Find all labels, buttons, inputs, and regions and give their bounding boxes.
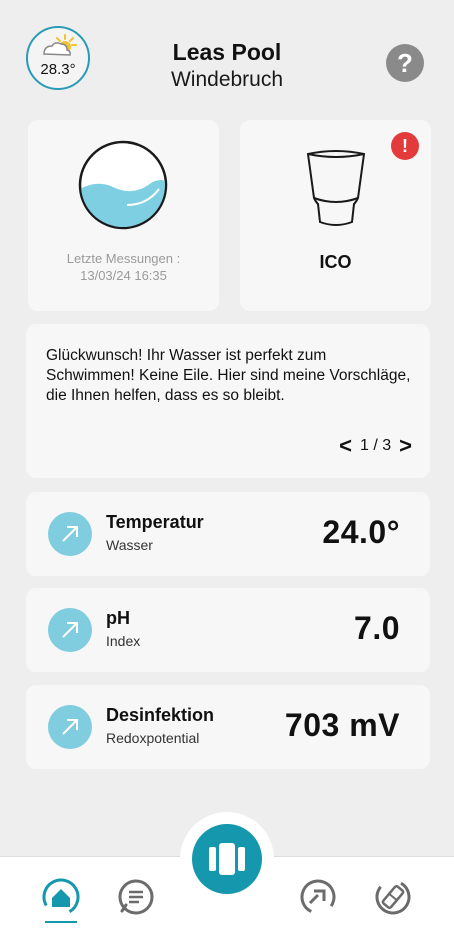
weather-temperature: 28.3° — [40, 61, 76, 78]
metric-card-temperature[interactable]: Temperatur Wasser 24.0° — [26, 492, 430, 576]
pager-indicator: 1 / 3 — [360, 437, 392, 454]
weather-badge[interactable]: 28.3° — [26, 26, 90, 90]
device-alert-badge[interactable]: ! — [391, 132, 419, 160]
metric-card-disinfection[interactable]: Desinfektion Redoxpotential 703 mV — [26, 685, 430, 769]
pool-name: Leas Pool — [172, 39, 282, 65]
trend-up-arrow-icon — [48, 608, 92, 652]
pool-header: Leas Pool Windebruch — [100, 39, 354, 93]
last-measurement-label: Letzte Messungen : — [66, 251, 181, 266]
gauge-icon[interactable] — [298, 877, 338, 917]
home-icon[interactable] — [41, 877, 81, 917]
recommendation-text: Glückwunsch! Ihr Wasser ist perfekt zum … — [46, 347, 411, 404]
metric-title: Temperatur — [106, 512, 204, 532]
metric-value: 7.0 — [354, 610, 400, 646]
metric-title: pH — [106, 608, 130, 628]
tools-icon[interactable] — [373, 877, 413, 917]
metric-subtitle: Redoxpotential — [106, 730, 200, 746]
trend-up-arrow-icon — [48, 512, 92, 556]
active-tab-indicator — [45, 921, 77, 923]
last-measurement-date: 13/03/24 16:35 — [80, 268, 167, 283]
metric-subtitle: Wasser — [106, 537, 153, 553]
pool-location: Windebruch — [170, 68, 284, 91]
next-arrow-icon[interactable]: > — [399, 435, 412, 457]
metric-title: Desinfektion — [106, 705, 215, 725]
water-wave-icon — [78, 140, 168, 230]
trend-up-arrow-icon — [48, 705, 92, 749]
metric-card-ph[interactable]: pH Index 7.0 — [26, 588, 430, 672]
center-device-button[interactable] — [192, 824, 262, 894]
device-card[interactable]: ! ICO — [240, 120, 431, 311]
help-button[interactable]: ? — [386, 44, 424, 82]
metric-value: 703 mV — [284, 707, 400, 743]
partly-sunny-icon — [43, 34, 77, 56]
metric-value: 24.0° — [322, 514, 400, 550]
previous-arrow-icon[interactable]: < — [339, 435, 352, 457]
device-center-icon — [209, 843, 245, 875]
cup-device-icon — [306, 150, 366, 226]
recommendation-pager: < 1 / 3 > — [339, 435, 412, 457]
device-name: ICO — [319, 252, 352, 272]
recommendation-card: Glückwunsch! Ihr Wasser ist perfekt zum … — [26, 324, 430, 478]
metric-subtitle: Index — [106, 633, 141, 649]
chat-icon[interactable] — [116, 877, 156, 917]
